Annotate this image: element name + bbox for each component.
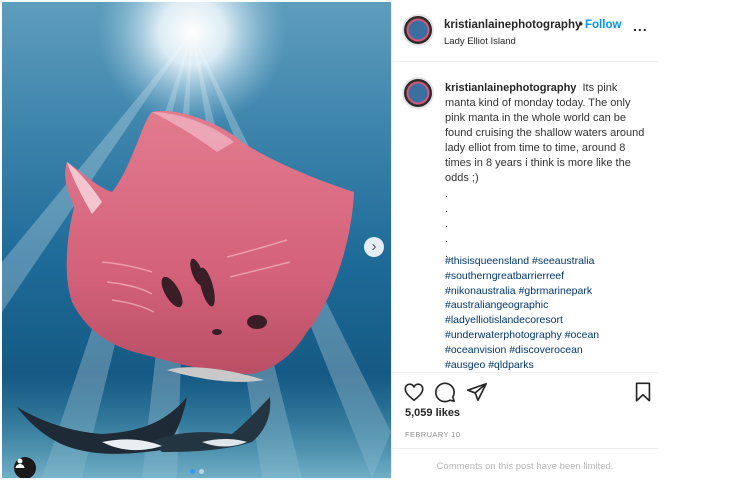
filler-dot: . — [445, 218, 449, 230]
header-username[interactable]: kristianlainephotography — [444, 19, 581, 31]
tagged-user-button[interactable] — [14, 457, 36, 478]
separator-dot: • — [579, 19, 584, 31]
hashtag-link[interactable]: #qldparks — [488, 359, 534, 371]
pink-manta-photo — [2, 2, 391, 478]
carousel-dot — [199, 469, 204, 474]
comments-limited-notice: Comments on this post have been limited. — [392, 448, 658, 478]
comment-button[interactable] — [434, 381, 456, 403]
caption-avatar[interactable] — [402, 77, 434, 109]
filler-dot: . — [445, 188, 449, 200]
comment-icon — [435, 382, 455, 403]
carousel-dots — [190, 469, 204, 474]
avatar[interactable] — [402, 14, 434, 46]
carousel-next-button[interactable]: › — [364, 237, 384, 257]
save-button[interactable] — [632, 381, 654, 403]
filler-dot: . — [445, 203, 449, 215]
caption: kristianlainephotography Its pink manta … — [445, 81, 650, 186]
hashtag-link[interactable]: #ladyelliotislandecoresort — [445, 314, 563, 326]
hashtag-link[interactable]: #oceanvision — [445, 344, 506, 356]
caption-filler-dots: . . . . . — [445, 187, 448, 262]
like-button[interactable] — [403, 381, 425, 403]
instagram-post: › kristianlainephotography • Follow Lady… — [0, 0, 730, 480]
bookmark-icon — [635, 382, 651, 402]
hashtag-link[interactable]: #ausgeo — [445, 359, 485, 371]
hashtag-link[interactable]: #gbrmarinepark — [519, 285, 593, 297]
heart-icon — [404, 383, 424, 402]
hashtag-link[interactable]: #nikonaustralia — [445, 285, 516, 297]
hashtag-link[interactable]: #southerngreatbarrierreef — [445, 270, 564, 282]
hashtags: #thisisqueensland #seeaustralia #souther… — [445, 254, 655, 372]
post-photo[interactable]: › — [2, 2, 391, 478]
action-bar — [392, 372, 658, 408]
hashtag-link[interactable]: #australiangeographic — [445, 299, 548, 311]
follow-button[interactable]: Follow — [585, 19, 621, 31]
location-link[interactable]: Lady Elliot Island — [444, 36, 516, 47]
send-icon — [467, 382, 487, 402]
post-header: kristianlainephotography • Follow Lady E… — [392, 2, 658, 62]
hashtag-link[interactable]: #seeaustralia — [532, 255, 594, 267]
post-side-panel: kristianlainephotography • Follow Lady E… — [391, 2, 658, 478]
likes-count[interactable]: 5,059 likes — [405, 407, 460, 419]
post-date[interactable]: FEBRUARY 10 — [405, 430, 460, 439]
share-button[interactable] — [466, 381, 488, 403]
hashtag-link[interactable]: #underwaterphotography — [445, 329, 562, 341]
user-icon — [15, 458, 25, 468]
hashtag-link[interactable]: #ocean — [565, 329, 599, 341]
caption-text: Its pink manta kind of monday today. The… — [445, 82, 645, 184]
more-options-icon[interactable]: ... — [633, 18, 648, 34]
caption-comment: kristianlainephotography Its pink manta … — [392, 64, 658, 372]
filler-dot: . — [445, 233, 449, 245]
hashtag-link[interactable]: #thisisqueensland — [445, 255, 529, 267]
hashtag-link[interactable]: #discoverocean — [509, 344, 583, 356]
caption-username[interactable]: kristianlainephotography — [445, 82, 576, 94]
carousel-dot-active — [190, 469, 195, 474]
